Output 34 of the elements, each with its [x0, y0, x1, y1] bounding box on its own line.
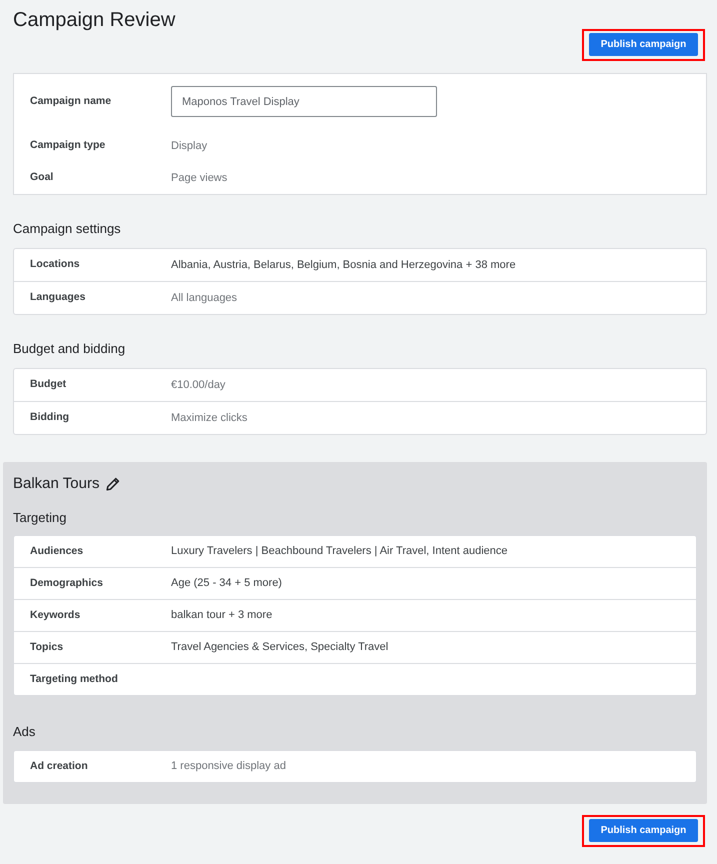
pencil-icon[interactable] [106, 477, 120, 491]
field-value: balkan tour + 3 more [171, 608, 272, 624]
publish-button[interactable]: Publish campaign [589, 819, 698, 842]
field-value: Age (25 - 34 + 5 more) [171, 576, 282, 592]
field-label: Languages [30, 290, 86, 306]
field-value: All languages [171, 290, 238, 306]
field-label: Keywords [30, 608, 82, 623]
field-label: Campaign type [30, 138, 106, 154]
field-label: Bidding [30, 410, 70, 426]
section-title: Campaign settings [13, 221, 122, 237]
field-value: €10.00/day [171, 378, 226, 393]
field-label: Demographics [30, 576, 104, 591]
field-label: Budget [30, 377, 68, 392]
section-title: Targeting [13, 510, 68, 526]
field-label: Campaign name [30, 94, 112, 109]
field-label: Locations [30, 257, 81, 272]
field-value: Albania, Austria, Belarus, Belgium, Bosnia and Herzegovina + 38 more [171, 258, 516, 273]
field-label: Topics [30, 640, 64, 655]
field-value: Maximize clicks [171, 410, 248, 426]
publish-button[interactable]: Publish campaign [589, 33, 698, 56]
section-title: Ads [13, 724, 36, 740]
field-label: Ad creation [30, 758, 89, 774]
field-value: Page views [171, 170, 228, 186]
field-value: Display [171, 138, 208, 154]
field-value: Luxury Travelers | Beachbound Travelers | Air Travel, Intent audience [171, 544, 508, 560]
page-title: Campaign Review [13, 8, 176, 32]
field-label: Audiences [30, 544, 84, 559]
ad-group-title: Balkan Tours [13, 475, 100, 493]
field-label: Targeting method [30, 672, 119, 687]
field-label: Goal [30, 170, 54, 186]
field-value: Travel Agencies & Services, Specialty Travel [171, 640, 388, 656]
section-title: Budget and bidding [13, 341, 126, 357]
campaign-name-field[interactable]: Maponos Travel Display [171, 86, 437, 117]
field-value: 1 responsive display ad [171, 759, 286, 774]
